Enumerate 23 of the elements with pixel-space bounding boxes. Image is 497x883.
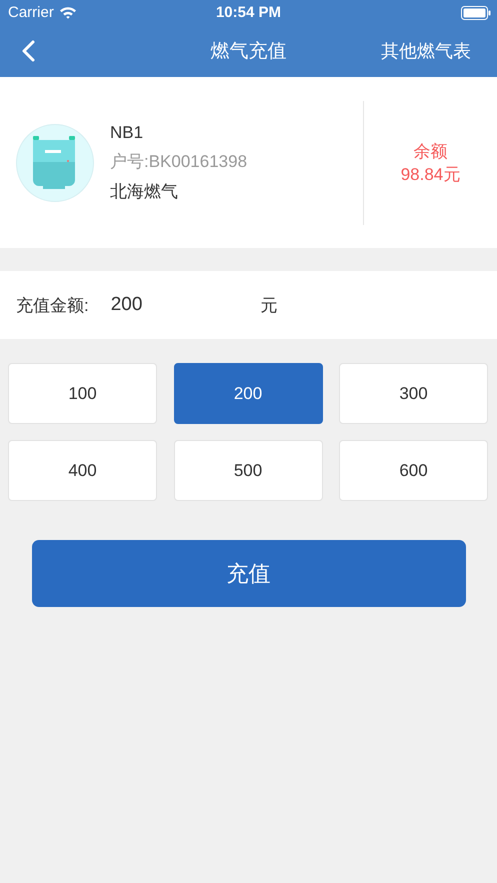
- recharge-button[interactable]: 充值: [32, 540, 466, 607]
- meter-name: NB1: [110, 122, 144, 142]
- amount-option[interactable]: 400: [8, 440, 157, 501]
- amount-label: 充值金额:: [16, 294, 89, 316]
- back-icon[interactable]: [22, 40, 35, 62]
- company-name: 北海燃气: [110, 180, 179, 202]
- status-time: 10:54 PM: [216, 4, 282, 21]
- carrier-label: Carrier: [8, 4, 54, 21]
- amount-option[interactable]: 600: [339, 440, 488, 501]
- page-title: 燃气充值: [210, 40, 286, 64]
- wifi-icon: [58, 6, 77, 19]
- amount-option[interactable]: 100: [8, 363, 157, 424]
- amount-option[interactable]: 300: [339, 363, 488, 424]
- amount-option[interactable]: 500: [174, 440, 322, 501]
- gas-meter-icon: [16, 124, 94, 202]
- currency-unit: 元: [260, 294, 278, 316]
- account-number: 户号:BK00161398: [110, 150, 248, 172]
- balance-value: 98.84元: [400, 164, 460, 186]
- balance-label: 余额: [414, 140, 448, 162]
- amount-input[interactable]: 200: [110, 294, 261, 316]
- battery-icon: [461, 6, 491, 20]
- amount-option[interactable]: 200: [174, 363, 322, 424]
- other-meters-link[interactable]: 其他燃气表: [381, 39, 471, 63]
